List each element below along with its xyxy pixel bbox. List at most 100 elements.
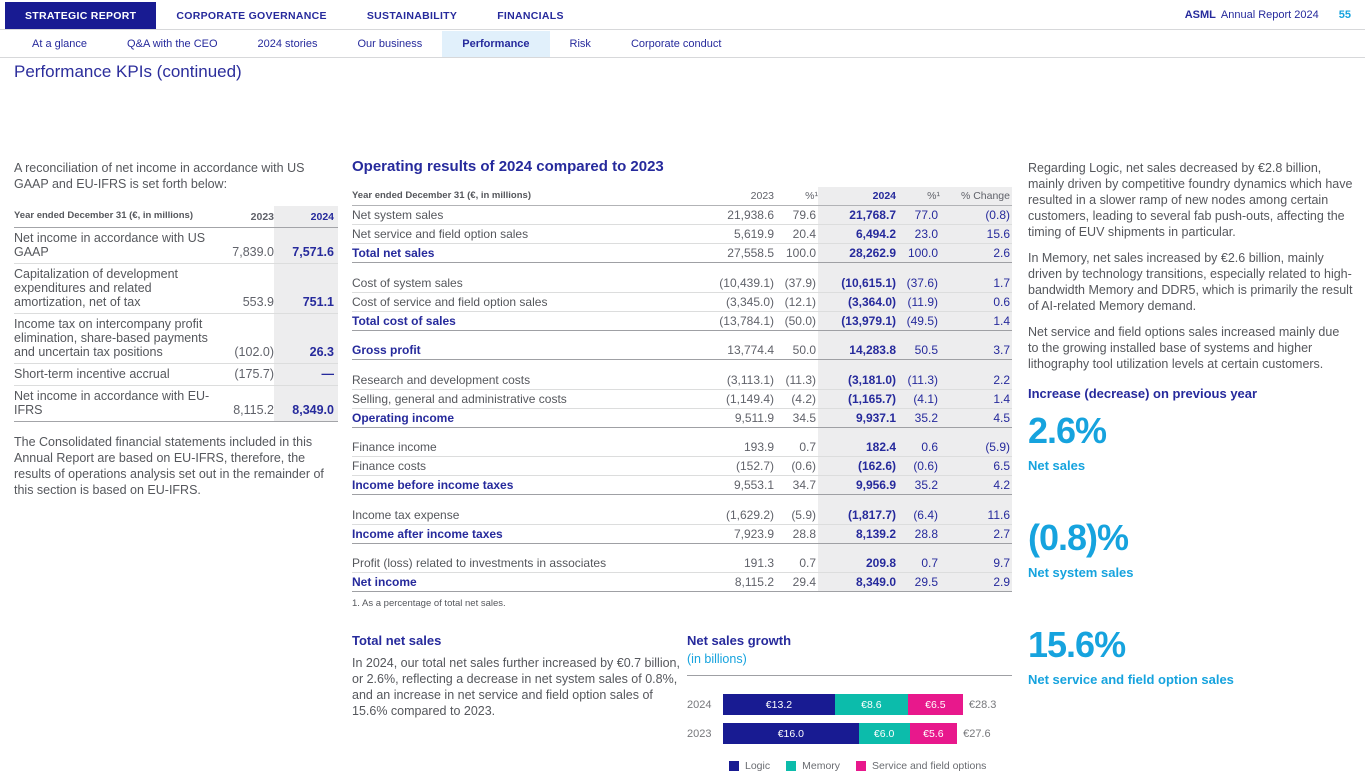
report-brand: ASML xyxy=(1185,9,1216,21)
sub-nav-item-our-business[interactable]: Our business xyxy=(337,31,442,57)
top-nav-tab-corporate-governance[interactable]: CORPORATE GOVERNANCE xyxy=(156,2,346,29)
op-value-2024: 209.8 xyxy=(818,554,896,573)
sub-nav-item-q-a-with-the-ceo[interactable]: Q&A with the CEO xyxy=(107,31,237,57)
top-nav-tabs: STRATEGIC REPORTCORPORATE GOVERNANCESUST… xyxy=(5,0,584,29)
op-pct-2023: 29.4 xyxy=(774,573,818,592)
legend-swatch-service-and-field-options xyxy=(856,761,866,771)
operating-results-table-head: Year ended December 31 (€, in millions)2… xyxy=(352,187,1012,206)
recon-value-2023: (175.7) xyxy=(216,364,274,386)
op-row-selling-general-and-administrative-costs: Selling, general and administrative cost… xyxy=(352,389,1012,408)
op-value-2024: 182.4 xyxy=(818,438,896,457)
sub-nav-item-at-a-glance[interactable]: At a glance xyxy=(12,31,107,57)
op-change: 6.5 xyxy=(940,457,1012,476)
op-pct-2024: 0.7 xyxy=(896,554,940,573)
operating-results-table: Year ended December 31 (€, in millions)2… xyxy=(352,187,1012,592)
recon-value-2024: 751.1 xyxy=(274,264,338,314)
commentary-paragraphs: Regarding Logic, net sales decreased by … xyxy=(1028,160,1353,372)
commentary-section: Regarding Logic, net sales decreased by … xyxy=(1028,160,1353,734)
op-value-2024: 14,283.8 xyxy=(818,341,896,360)
top-nav-tab-financials[interactable]: FINANCIALS xyxy=(477,2,584,29)
op-spacer-cell xyxy=(940,330,1012,341)
op-spacer-cell xyxy=(818,263,896,274)
op-pct-2023: 34.7 xyxy=(774,476,818,495)
recon-row-label: Capitalization of development expenditur… xyxy=(14,264,216,314)
recon-row-label: Net income in accordance with EU-IFRS xyxy=(14,386,216,422)
op-value-2023: 13,774.4 xyxy=(702,341,774,360)
op-row-finance-costs: Finance costs(152.7)(0.6)(162.6)(0.6)6.5 xyxy=(352,457,1012,476)
kpi-value: 15.6% xyxy=(1028,627,1353,663)
op-value-2023: (10,439.1) xyxy=(702,274,774,293)
op-spacer-cell xyxy=(818,495,896,506)
op-spacer-cell xyxy=(352,330,702,341)
chart-subtitle: (in billions) xyxy=(687,652,1012,666)
reconciliation-header-row: Year ended December 31 (€, in millions)2… xyxy=(14,206,338,228)
op-spacer-row xyxy=(352,263,1012,274)
operating-results-table-body: Net system sales21,938.679.621,768.777.0… xyxy=(352,206,1012,592)
op-pct-2023: 50.0 xyxy=(774,341,818,360)
op-row-label: Net system sales xyxy=(352,206,702,225)
op-spacer-row xyxy=(352,330,1012,341)
recon-value-2024: 7,571.6 xyxy=(274,228,338,264)
op-spacer-cell xyxy=(818,543,896,554)
reconciliation-table-head: Year ended December 31 (€, in millions)2… xyxy=(14,206,338,228)
total-net-sales-block: Total net sales In 2024, our total net s… xyxy=(352,633,684,772)
legend-item-memory: Memory xyxy=(786,760,840,772)
op-row-label: Net income xyxy=(352,573,702,592)
sub-nav-item-risk[interactable]: Risk xyxy=(550,31,611,57)
net-sales-growth-chart: Net sales growth (in billions) 2024€13.2… xyxy=(687,633,1012,772)
op-value-2024: 21,768.7 xyxy=(818,206,896,225)
op-value-2024: (1,817.7) xyxy=(818,506,896,525)
op-value-2023: 7,923.9 xyxy=(702,524,774,543)
op-spacer-cell xyxy=(774,263,818,274)
chart-segment-memory: €8.6 xyxy=(835,694,908,715)
op-pct-2024: 29.5 xyxy=(896,573,940,592)
op-change: 4.2 xyxy=(940,476,1012,495)
op-row-cost-of-service-and-field-option-sales: Cost of service and field option sales(3… xyxy=(352,292,1012,311)
sub-nav: At a glanceQ&A with the CEO2024 storiesO… xyxy=(0,31,1365,58)
op-spacer-cell xyxy=(896,495,940,506)
op-pct-2023: 0.7 xyxy=(774,438,818,457)
op-row-label: Cost of service and field option sales xyxy=(352,292,702,311)
op-change: 4.5 xyxy=(940,408,1012,427)
chart-segment-service-and-field-options: €6.5 xyxy=(908,694,963,715)
op-pct-2023: 0.7 xyxy=(774,554,818,573)
op-spacer-cell xyxy=(352,360,702,371)
reconciliation-row: Capitalization of development expenditur… xyxy=(14,264,338,314)
top-nav: STRATEGIC REPORTCORPORATE GOVERNANCESUST… xyxy=(0,0,1365,30)
op-spacer-cell xyxy=(352,427,702,438)
total-net-sales-heading: Total net sales xyxy=(352,633,684,648)
op-value-2024: 8,139.2 xyxy=(818,524,896,543)
op-value-2024: (3,181.0) xyxy=(818,371,896,390)
op-spacer-cell xyxy=(896,263,940,274)
op-value-2023: 27,558.5 xyxy=(702,244,774,263)
op-pct-2023: 79.6 xyxy=(774,206,818,225)
op-value-2023: (3,113.1) xyxy=(702,371,774,390)
op-header-2024: 2024 xyxy=(818,187,896,206)
top-nav-tab-strategic-report[interactable]: STRATEGIC REPORT xyxy=(5,2,156,29)
recon-row-label: Income tax on intercompany profit elimin… xyxy=(14,314,216,364)
top-nav-tab-sustainability[interactable]: SUSTAINABILITY xyxy=(347,2,477,29)
op-spacer-row xyxy=(352,543,1012,554)
recon-value-2024: — xyxy=(274,364,338,386)
op-pct-2023: 28.8 xyxy=(774,524,818,543)
op-pct-2024: 50.5 xyxy=(896,341,940,360)
report-title: Annual Report 2024 xyxy=(1221,9,1319,21)
op-spacer-row xyxy=(352,360,1012,371)
chart-segment-service-and-field-options: €5.6 xyxy=(910,723,958,744)
op-pct-2024: (11.3) xyxy=(896,371,940,390)
chart-total-label: €28.3 xyxy=(969,699,997,711)
sub-nav-item-2024-stories[interactable]: 2024 stories xyxy=(238,31,338,57)
table-footnote: 1. As a percentage of total net sales. xyxy=(352,598,1012,609)
chart-segment-logic: €13.2 xyxy=(723,694,835,715)
op-row-label: Cost of system sales xyxy=(352,274,702,293)
op-change: 15.6 xyxy=(940,225,1012,244)
sub-nav-item-corporate-conduct[interactable]: Corporate conduct xyxy=(611,31,742,57)
recon-value-2023: 553.9 xyxy=(216,264,274,314)
sub-nav-item-performance[interactable]: Performance xyxy=(442,31,549,57)
kpi-label: Net sales xyxy=(1028,458,1353,473)
kpi-heading: Increase (decrease) on previous year xyxy=(1028,386,1353,401)
op-change: (5.9) xyxy=(940,438,1012,457)
mid-bottom-row: Total net sales In 2024, our total net s… xyxy=(352,633,1012,772)
op-row-finance-income: Finance income193.90.7182.40.6(5.9) xyxy=(352,438,1012,457)
legend-item-service-and-field-options: Service and field options xyxy=(856,760,986,772)
